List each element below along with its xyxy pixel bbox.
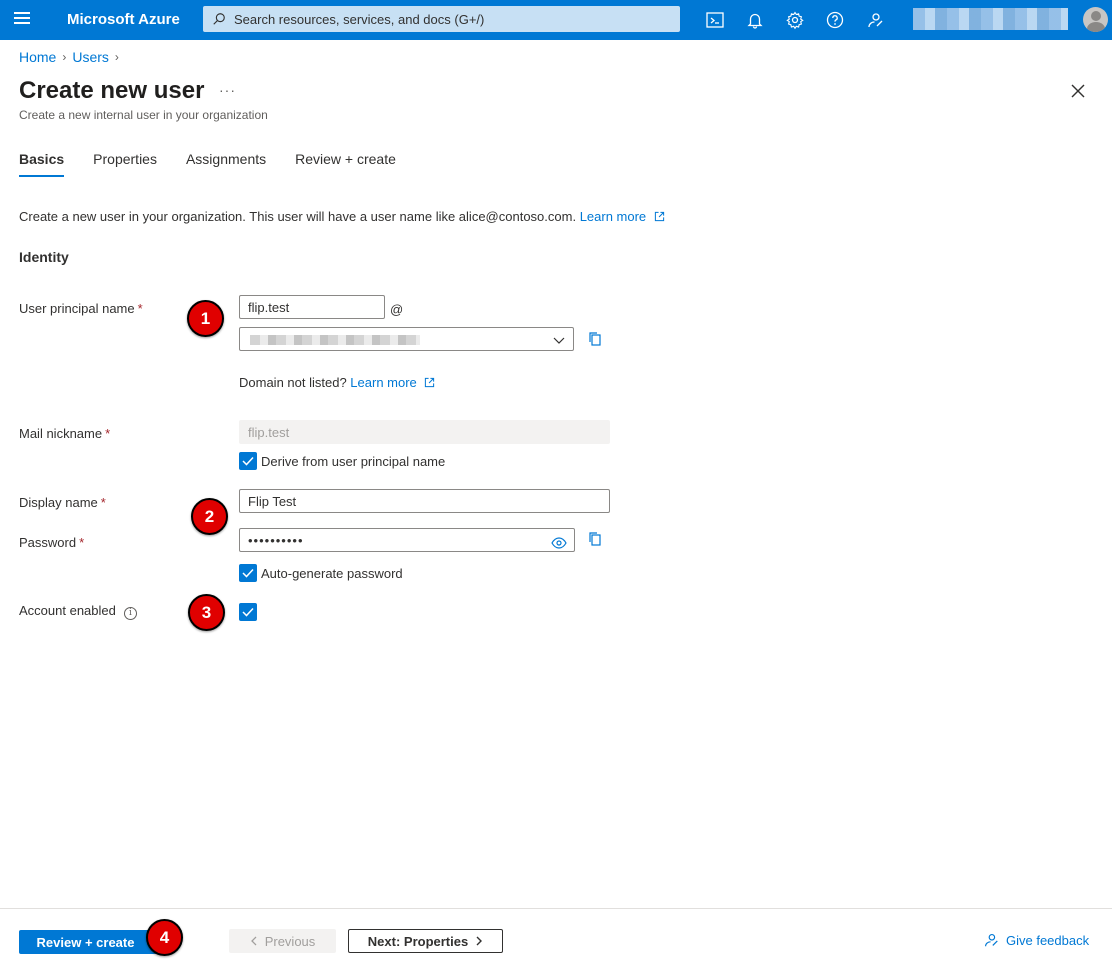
search-icon — [213, 13, 225, 25]
annotation-marker-3: 3 — [188, 594, 225, 631]
auto-generate-label: Auto-generate password — [261, 566, 403, 581]
close-icon[interactable] — [1070, 83, 1086, 99]
chevron-down-icon — [553, 337, 565, 344]
external-link-icon[interactable] — [654, 211, 665, 222]
search-box[interactable] — [203, 6, 680, 32]
breadcrumb-users[interactable]: Users — [72, 49, 109, 65]
password-input[interactable] — [239, 528, 575, 552]
derive-label: Derive from user principal name — [261, 454, 446, 469]
derive-checkbox[interactable] — [239, 452, 257, 470]
auto-generate-checkbox[interactable] — [239, 564, 257, 582]
required-asterisk: * — [79, 535, 85, 550]
show-password-eye-icon[interactable] — [551, 537, 567, 549]
upn-label: User principal name * — [19, 301, 143, 316]
at-sign: @ — [390, 302, 404, 317]
notifications-bell-icon[interactable] — [745, 10, 765, 30]
help-icon[interactable] — [825, 10, 845, 30]
tab-basics[interactable]: Basics — [19, 151, 65, 177]
mail-nickname-label: Mail nickname * — [19, 426, 110, 441]
checkmark-icon — [242, 568, 254, 578]
display-name-input[interactable] — [239, 489, 610, 513]
required-asterisk: * — [100, 495, 106, 510]
avatar[interactable] — [1083, 7, 1108, 32]
search-input[interactable] — [234, 11, 654, 27]
password-label-text: Password — [19, 535, 77, 550]
required-asterisk: * — [105, 426, 111, 441]
display-name-label: Display name * — [19, 495, 106, 510]
breadcrumb-home[interactable]: Home — [19, 49, 56, 65]
chevron-right-icon — [476, 936, 483, 946]
annotation-marker-4: 4 — [146, 919, 183, 956]
tab-properties[interactable]: Properties — [93, 151, 157, 177]
tab-bar: Basics Properties Assignments Review + c… — [19, 151, 425, 177]
previous-label: Previous — [264, 933, 316, 949]
settings-gear-icon[interactable] — [785, 10, 805, 30]
checkmark-icon — [242, 456, 254, 466]
upn-label-text: User principal name — [19, 301, 135, 316]
password-label: Password * — [19, 535, 84, 550]
more-options-button[interactable]: ··· — [219, 82, 236, 98]
annotation-marker-2: 2 — [191, 498, 228, 535]
account-info-blurred[interactable] — [913, 8, 1068, 30]
breadcrumb: Home › Users › — [19, 49, 125, 65]
previous-button: Previous — [229, 929, 336, 953]
checkmark-icon — [242, 607, 254, 617]
tab-review-create[interactable]: Review + create — [295, 151, 396, 177]
external-link-icon[interactable] — [424, 377, 435, 388]
annotation-marker-1: 1 — [187, 300, 224, 337]
learn-more-link[interactable]: Learn more — [580, 209, 646, 224]
intro-text: Create a new user in your organization. … — [19, 209, 665, 224]
account-enabled-checkbox[interactable] — [239, 603, 257, 621]
footer-bar: Review + create 4 Previous Next: Propert… — [0, 908, 1112, 970]
top-bar: Microsoft Azure — [0, 0, 1112, 40]
review-create-button[interactable]: Review + create — [19, 930, 162, 954]
mail-nickname-label-text: Mail nickname — [19, 426, 103, 441]
required-asterisk: * — [137, 301, 143, 316]
tab-assignments[interactable]: Assignments — [186, 151, 266, 177]
chevron-right-icon: › — [114, 50, 119, 64]
menu-icon[interactable] — [14, 12, 32, 28]
domain-dropdown[interactable] — [239, 327, 574, 351]
chevron-left-icon — [250, 936, 257, 946]
domain-helper: Domain not listed? Learn more — [239, 375, 435, 390]
display-name-label-text: Display name — [19, 495, 98, 510]
upn-input[interactable] — [239, 295, 385, 319]
copy-icon[interactable] — [587, 331, 603, 347]
domain-helper-text: Domain not listed? — [239, 375, 347, 390]
give-feedback-link[interactable]: Give feedback — [982, 931, 1089, 949]
page-subtitle: Create a new internal user in your organ… — [19, 108, 268, 122]
account-enabled-label: Account enabled — [19, 603, 116, 618]
brand-title[interactable]: Microsoft Azure — [67, 11, 180, 28]
give-feedback-label: Give feedback — [1006, 932, 1090, 948]
info-icon[interactable]: i — [124, 607, 137, 620]
intro-description: Create a new user in your organization. … — [19, 209, 577, 224]
section-identity: Identity — [19, 249, 69, 265]
next-label: Next: Properties — [367, 933, 469, 949]
chevron-right-icon: › — [62, 50, 67, 64]
copy-icon[interactable] — [587, 531, 603, 547]
feedback-person-icon — [985, 934, 998, 947]
domain-learn-more-link[interactable]: Learn more — [350, 375, 416, 390]
mail-nickname-input — [239, 420, 610, 444]
cloud-shell-icon[interactable] — [705, 10, 725, 30]
feedback-icon[interactable] — [865, 10, 885, 30]
page-title: Create new user — [19, 77, 205, 104]
domain-value-blurred — [250, 335, 420, 345]
next-properties-button[interactable]: Next: Properties — [348, 929, 503, 953]
